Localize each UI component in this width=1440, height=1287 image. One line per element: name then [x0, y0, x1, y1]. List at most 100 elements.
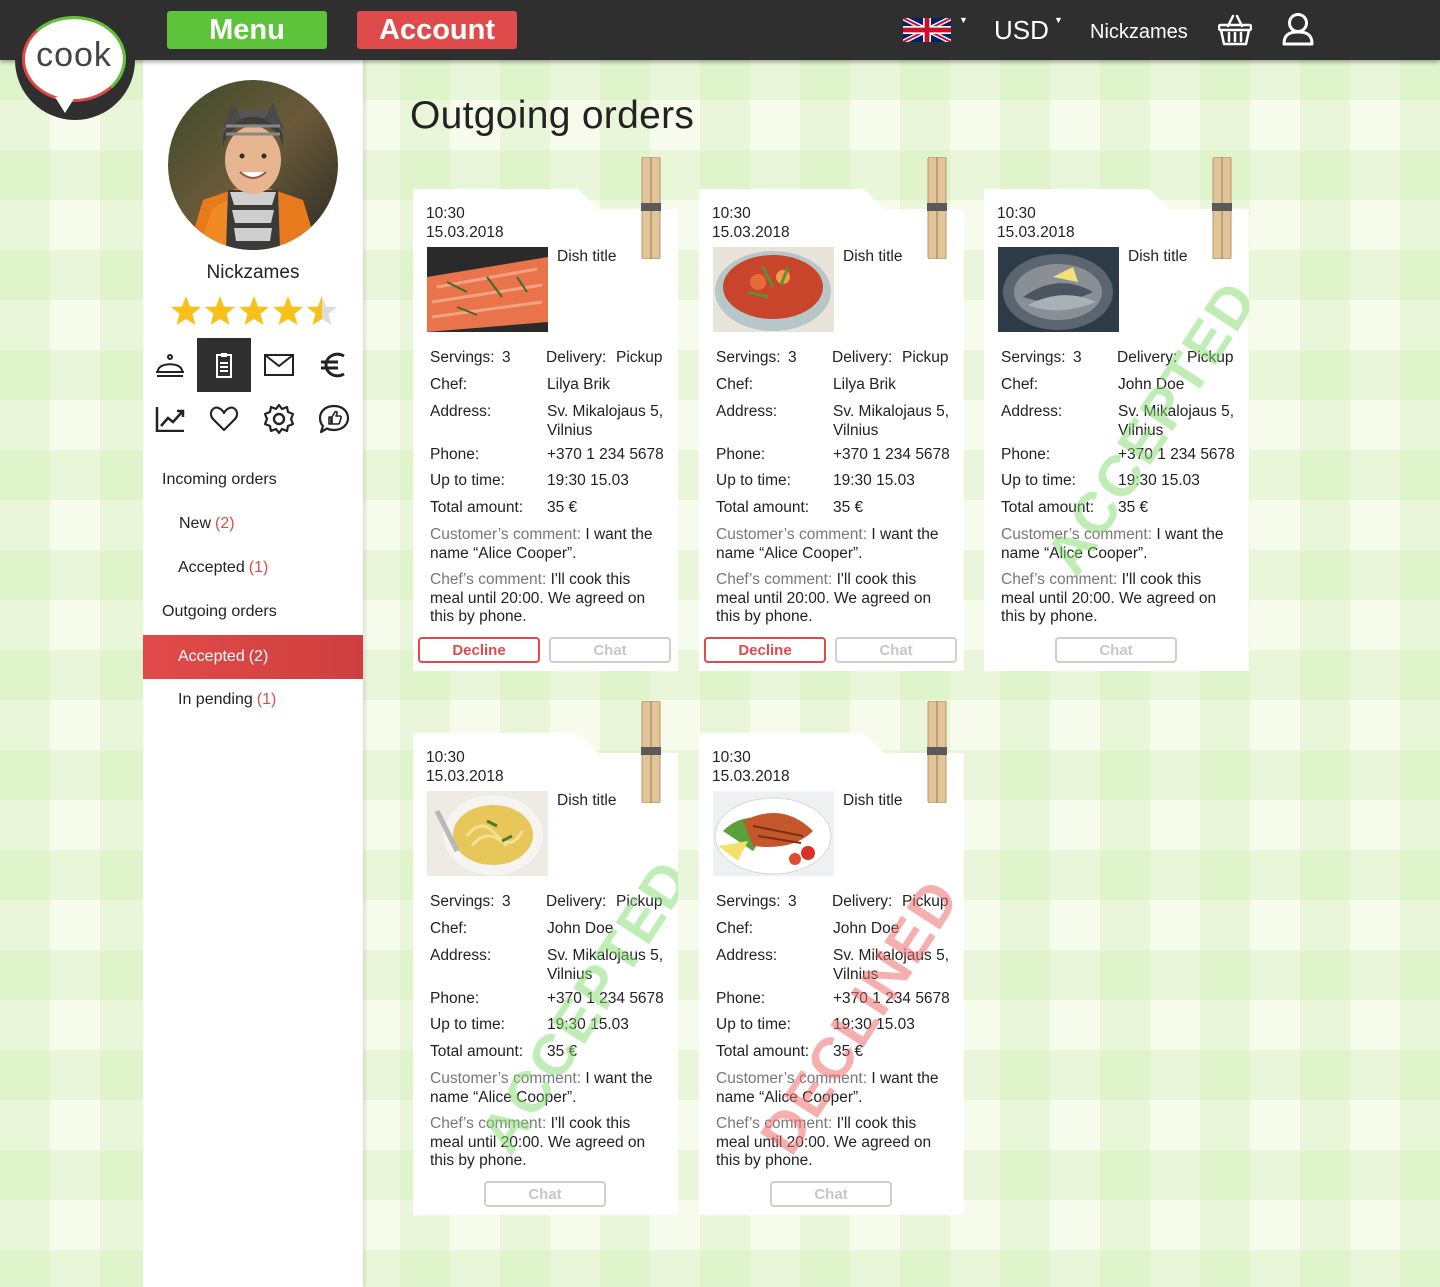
customer-comment: Customer’s comment: I want the name “Ali… [1001, 526, 1237, 563]
currency-selector[interactable]: USD [994, 15, 1049, 46]
chat-button[interactable]: Chat [484, 1181, 606, 1207]
nav-label: Accepted [178, 648, 245, 665]
decline-button[interactable]: Decline [704, 637, 826, 663]
address-label: Address: [430, 947, 492, 964]
order-card: 10:30 15.03.2018 Dish title Servings: 3 … [413, 189, 678, 671]
nav-label: Incoming orders [162, 471, 277, 488]
chat-button[interactable]: Chat [835, 637, 957, 663]
servings-label: Servings: [430, 893, 495, 910]
chef-comment-label: Chef’s comment: [430, 1115, 547, 1132]
uk-flag-icon[interactable] [903, 18, 951, 42]
address-line1: Sv. Mikalojaus 5, [833, 947, 950, 964]
customer-comment-label: Customer’s comment: [430, 1070, 582, 1087]
sidebar: Nickzames Incoming orders New (2) Accept… [143, 60, 363, 1287]
customer-comment-label: Customer’s comment: [716, 1070, 868, 1087]
cook-logo[interactable]: cook [15, 0, 135, 120]
nav-outgoing-pending[interactable]: In pending (1) [143, 678, 363, 722]
language-dropdown-icon[interactable]: ▼ [959, 15, 968, 25]
address-label: Address: [1001, 403, 1063, 420]
delivery-value: Pickup [616, 893, 663, 910]
chef-value: John Doe [547, 920, 614, 937]
clothespin-icon [927, 157, 947, 259]
account-button[interactable]: Account [357, 11, 517, 49]
header-username[interactable]: Nickzames [1090, 21, 1188, 44]
chef-comment: Chef’s comment: I'll cook this meal unti… [716, 1115, 952, 1171]
star-icon [205, 296, 235, 325]
servings-label: Servings: [716, 893, 781, 910]
chef-value: John Doe [1118, 376, 1185, 393]
total-value: 35 € [833, 499, 864, 516]
euro-icon[interactable] [307, 338, 361, 392]
chef-comment-label: Chef’s comment: [716, 571, 833, 588]
address-line2: Vilnius [1118, 422, 1164, 439]
half-star-icon [307, 296, 337, 325]
customer-comment: Customer’s comment: I want the name “Ali… [430, 526, 666, 563]
star-icon [239, 296, 269, 325]
avatar[interactable] [168, 80, 338, 250]
dish-photo[interactable] [713, 791, 834, 876]
mail-icon[interactable] [252, 338, 306, 392]
order-time: 10:30 [426, 749, 465, 766]
decline-button[interactable]: Decline [418, 637, 540, 663]
nav-label: Outgoing orders [162, 603, 277, 620]
total-value: 35 € [547, 1043, 578, 1060]
currency-dropdown-icon[interactable]: ▼ [1054, 15, 1063, 25]
customer-comment-label: Customer’s comment: [430, 526, 582, 543]
dish-photo[interactable] [713, 247, 834, 332]
dish-cloche-icon[interactable] [143, 338, 197, 392]
chef-comment-label: Chef’s comment: [716, 1115, 833, 1132]
chef-comment-label: Chef’s comment: [430, 571, 547, 588]
dish-photo[interactable] [427, 791, 548, 876]
chef-label: Chef: [430, 920, 468, 937]
nav-incoming-orders[interactable]: Incoming orders [143, 458, 363, 502]
delivery-label: Delivery: [1117, 349, 1178, 366]
chef-comment: Chef’s comment: I'll cook this meal unti… [716, 571, 952, 627]
servings-value: 3 [788, 893, 797, 910]
address-line2: Vilnius [833, 422, 879, 439]
order-card: 10:30 15.03.2018 Dish title Servings: 3 … [413, 733, 678, 1215]
nav-incoming-accepted[interactable]: Accepted (1) [143, 546, 363, 590]
star-icon [273, 296, 303, 325]
dish-title: Dish title [843, 248, 903, 265]
nav-outgoing-orders[interactable]: Outgoing orders [143, 590, 363, 634]
servings-value: 3 [1073, 349, 1082, 366]
chat-button[interactable]: Chat [1055, 637, 1177, 663]
heart-icon[interactable] [197, 392, 251, 446]
page-title: Outgoing orders [410, 94, 695, 137]
up-to-time-label: Up to time: [1001, 472, 1076, 489]
address-line2: Vilnius [547, 422, 593, 439]
address-label: Address: [716, 947, 778, 964]
up-to-time-label: Up to time: [716, 472, 791, 489]
chef-comment-label: Chef’s comment: [1001, 571, 1118, 588]
profile-name: Nickzames [206, 262, 300, 283]
up-to-time-value: 19:30 15.03 [833, 472, 915, 489]
gear-icon[interactable] [252, 392, 306, 446]
user-icon[interactable] [1281, 12, 1315, 46]
dish-photo[interactable] [427, 247, 548, 332]
order-time: 10:30 [997, 205, 1036, 222]
chef-value: Lilya Brik [833, 376, 896, 393]
chat-like-icon[interactable] [307, 392, 361, 446]
orders-document-icon[interactable] [197, 338, 251, 392]
total-label: Total amount: [716, 1043, 810, 1060]
address-label: Address: [430, 403, 492, 420]
nav-incoming-new[interactable]: New (2) [143, 502, 363, 546]
address-line2: Vilnius [547, 966, 593, 983]
nav-outgoing-accepted[interactable]: Accepted (2) [143, 635, 363, 679]
servings-value: 3 [502, 893, 511, 910]
chat-button[interactable]: Chat [770, 1181, 892, 1207]
clothespin-icon [641, 701, 661, 803]
menu-button[interactable]: Menu [167, 11, 327, 49]
phone-label: Phone: [716, 990, 766, 1007]
servings-label: Servings: [716, 349, 781, 366]
dish-photo[interactable] [998, 247, 1119, 332]
up-to-time-value: 19:30 15.03 [547, 1016, 629, 1033]
chat-button[interactable]: Chat [549, 637, 671, 663]
nav-count-badge: (2) [248, 648, 269, 665]
stats-chart-icon[interactable] [143, 392, 197, 446]
nav-label: In pending [178, 691, 253, 708]
servings-label: Servings: [430, 349, 495, 366]
chef-value: John Doe [833, 920, 900, 937]
clothespin-icon [927, 701, 947, 803]
basket-icon[interactable] [1218, 14, 1252, 46]
